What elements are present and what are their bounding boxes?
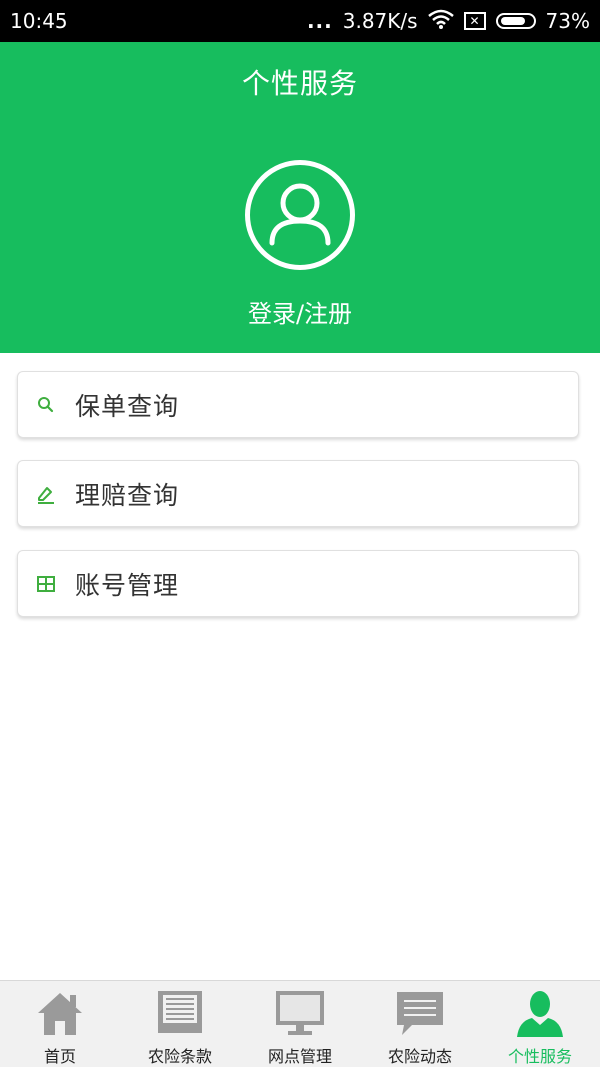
page-title: 个性服务 <box>241 67 358 100</box>
login-register-link[interactable]: 登录/注册 <box>0 294 600 329</box>
menu-item-label: 理赔查询 <box>75 480 180 510</box>
bottom-nav: 首页 农险条款 网点管理 农险动态 个性服务 <box>0 980 600 1067</box>
nav-item-branch-management[interactable]: 网点管理 <box>240 981 360 1067</box>
edit-icon <box>35 483 57 505</box>
menu-item-policy-query[interactable]: 保单查询 <box>17 371 579 438</box>
avatar-icon[interactable] <box>245 160 355 270</box>
nav-label: 首页 <box>43 1047 76 1066</box>
nav-label: 个性服务 <box>507 1047 572 1066</box>
user-icon <box>514 987 566 1043</box>
status-indicators: ... 3.87K/s ✕ 73% <box>307 9 590 34</box>
profile-header: 个性服务 登录/注册 <box>0 42 600 353</box>
network-speed: 3.87K/s <box>342 9 418 33</box>
nav-item-insurance-news[interactable]: 农险动态 <box>360 981 480 1067</box>
battery-icon <box>495 13 536 29</box>
nav-label: 农险条款 <box>147 1047 212 1066</box>
status-bar: 10:45 ... 3.87K/s ✕ 73% <box>0 0 600 42</box>
status-time: 10:45 <box>10 9 68 33</box>
nav-label: 农险动态 <box>387 1047 452 1066</box>
search-icon <box>35 394 57 416</box>
nav-item-insurance-terms[interactable]: 农险条款 <box>120 981 240 1067</box>
status-dots: ... <box>306 9 333 33</box>
document-icon <box>154 987 206 1043</box>
menu-item-account-management[interactable]: 账号管理 <box>17 550 579 617</box>
battery-percent: 73% <box>545 9 590 33</box>
monitor-icon <box>274 987 326 1043</box>
nav-item-personal-service[interactable]: 个性服务 <box>480 981 600 1067</box>
home-icon <box>34 987 86 1043</box>
nav-label: 网点管理 <box>267 1047 332 1066</box>
wifi-icon <box>427 9 454 34</box>
message-icon <box>394 987 446 1043</box>
nav-item-home[interactable]: 首页 <box>0 981 120 1067</box>
menu-item-claim-query[interactable]: 理赔查询 <box>17 460 579 527</box>
menu-item-label: 保单查询 <box>75 391 180 421</box>
menu-item-label: 账号管理 <box>75 570 180 600</box>
grid-icon <box>35 573 57 595</box>
no-sim-icon: ✕ <box>463 12 486 30</box>
